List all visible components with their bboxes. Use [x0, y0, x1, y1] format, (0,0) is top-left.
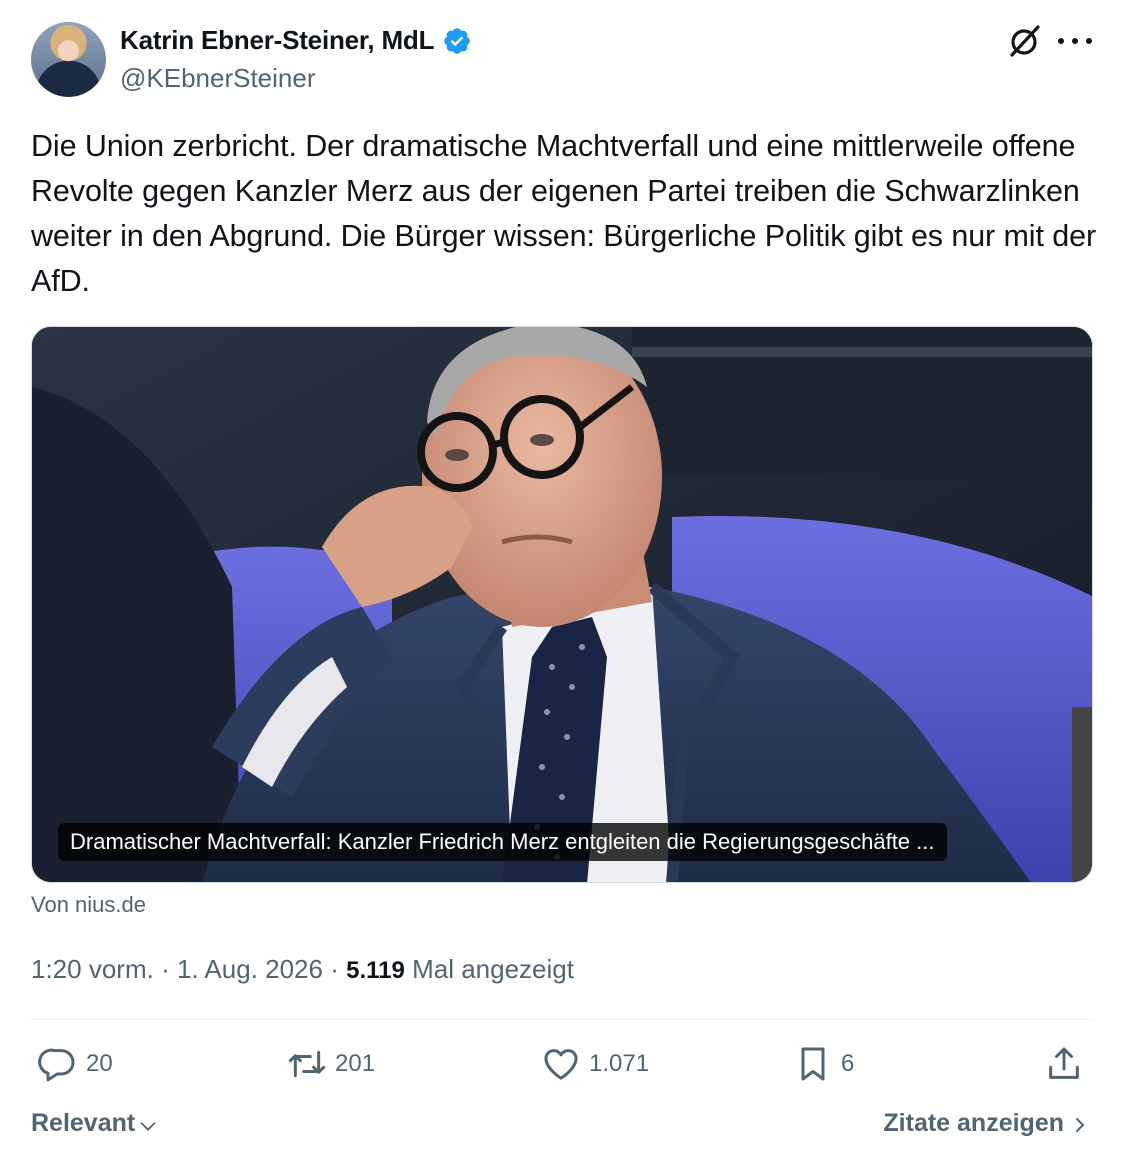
quotes-label: Zitate anzeigen — [883, 1109, 1064, 1137]
author-handle[interactable]: @KEbnerSteiner — [120, 63, 316, 94]
tweet-text: Die Union zerbricht. Der dramatische Mac… — [31, 129, 1097, 298]
retweet-icon — [288, 1050, 326, 1078]
author-name-row: Katrin Ebner-Steiner, MdL — [120, 25, 472, 56]
meta-separator: · — [330, 954, 347, 984]
display-name[interactable]: Katrin Ebner-Steiner, MdL — [120, 25, 434, 56]
divider — [31, 1019, 1093, 1020]
heart-icon — [544, 1049, 578, 1080]
more-icon[interactable] — [1058, 30, 1092, 52]
retweet-count: 201 — [335, 1050, 376, 1077]
card-source[interactable]: Von nius.de — [31, 892, 146, 918]
like-button[interactable]: 1.071 — [541, 1044, 649, 1084]
reply-button[interactable]: 20 — [38, 1044, 113, 1084]
tweet-date[interactable]: 1. Aug. 2026 — [177, 954, 323, 984]
verified-badge-icon — [444, 27, 471, 54]
chevron-down-icon — [140, 1121, 156, 1131]
tweet: Katrin Ebner-Steiner, MdL @KEbnerSteiner… — [0, 0, 1123, 1162]
card-caption: Dramatischer Machtverfall: Kanzler Fried… — [58, 823, 947, 861]
bookmark-count: 6 — [841, 1050, 855, 1077]
view-label: Mal angezeigt — [412, 954, 574, 984]
retweet-button[interactable]: 201 — [287, 1044, 375, 1084]
reply-icon — [38, 1048, 75, 1082]
bookmark-icon — [801, 1047, 825, 1081]
share-button[interactable] — [1044, 1044, 1084, 1084]
tweet-meta: 1:20 vorm. · 1. Aug. 2026 · 5.119 Mal an… — [31, 954, 574, 985]
sort-dropdown[interactable]: Relevant — [31, 1109, 159, 1138]
meta-separator: · — [161, 954, 177, 984]
share-icon — [1049, 1047, 1079, 1079]
like-count: 1.071 — [589, 1050, 650, 1077]
card-image — [32, 327, 1092, 882]
view-quotes-link[interactable]: Zitate anzeigen — [883, 1109, 1090, 1138]
view-count: 5.119 — [346, 957, 405, 984]
bookmark-button[interactable]: 6 — [793, 1044, 854, 1084]
grok-icon[interactable] — [1006, 22, 1044, 60]
sort-label: Relevant — [31, 1109, 136, 1137]
chevron-right-icon — [1076, 1117, 1085, 1132]
link-card[interactable]: Dramatischer Machtverfall: Kanzler Fried… — [31, 326, 1093, 883]
tweet-time[interactable]: 1:20 vorm. — [31, 954, 154, 984]
avatar[interactable] — [31, 22, 106, 97]
reply-count: 20 — [86, 1050, 113, 1077]
